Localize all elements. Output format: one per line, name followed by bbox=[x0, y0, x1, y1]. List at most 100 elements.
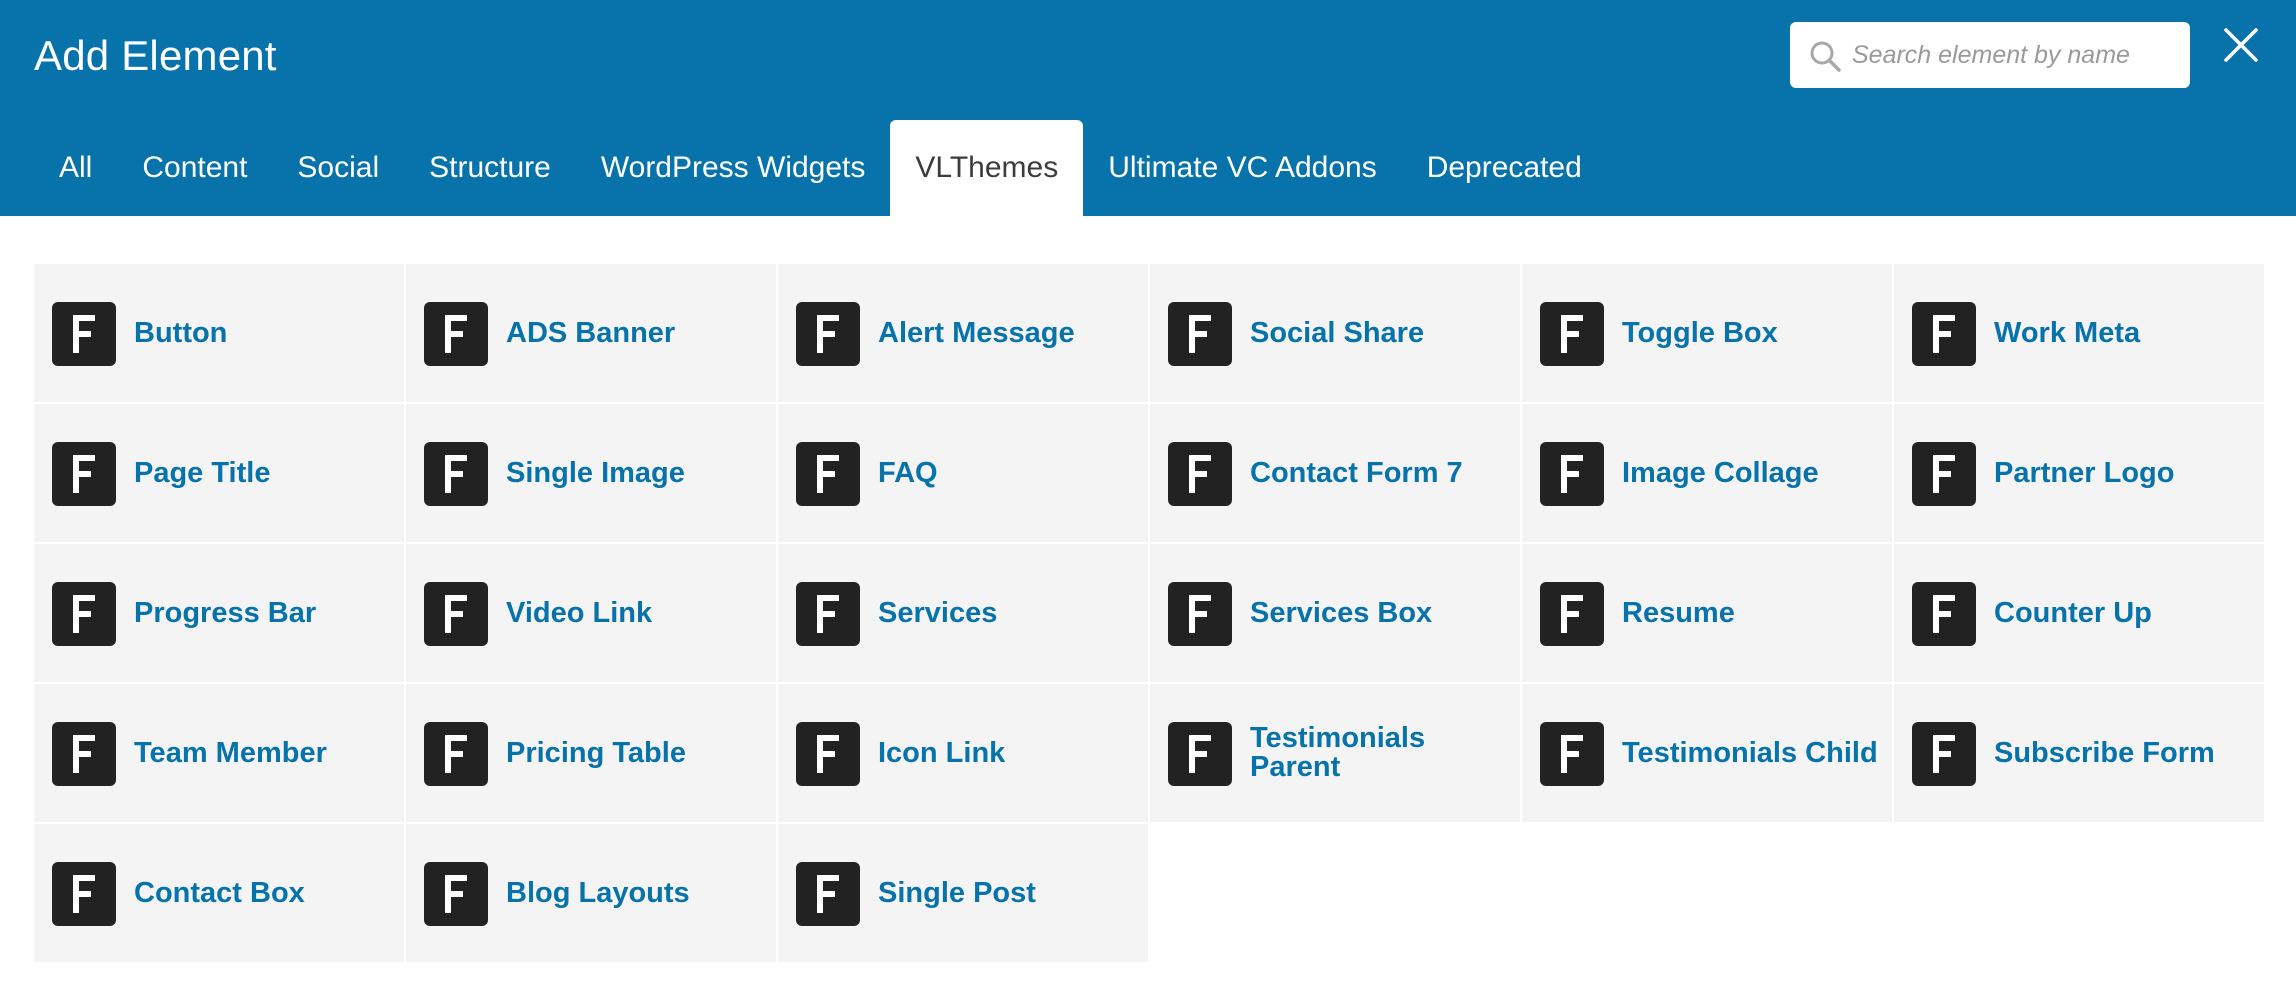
element-label: Button bbox=[134, 316, 228, 349]
element-item[interactable]: Work Meta bbox=[1894, 264, 2264, 402]
element-item[interactable]: Page Title bbox=[34, 404, 404, 542]
element-item[interactable]: Subscribe Form bbox=[1894, 684, 2264, 822]
f-glyph bbox=[1933, 735, 1955, 773]
element-item[interactable]: Team Member bbox=[34, 684, 404, 822]
f-glyph bbox=[1561, 595, 1583, 633]
element-item[interactable]: Pricing Table bbox=[406, 684, 776, 822]
f-icon bbox=[796, 582, 860, 646]
element-item[interactable]: Testimonials Child bbox=[1522, 684, 1892, 822]
f-icon bbox=[52, 442, 116, 506]
f-glyph bbox=[1189, 315, 1211, 353]
f-glyph bbox=[73, 455, 95, 493]
f-glyph bbox=[1189, 595, 1211, 633]
element-label: Video Link bbox=[506, 596, 653, 629]
element-item[interactable]: Progress Bar bbox=[34, 544, 404, 682]
f-icon bbox=[52, 862, 116, 926]
f-glyph bbox=[1561, 455, 1583, 493]
element-grid: Button ADS Banner Alert Message Social Shar… bbox=[34, 264, 2266, 962]
f-glyph bbox=[73, 875, 95, 913]
element-label: Services Box bbox=[1250, 596, 1433, 629]
f-icon bbox=[424, 722, 488, 786]
element-item[interactable]: FAQ bbox=[778, 404, 1148, 542]
tab-all[interactable]: All bbox=[34, 120, 117, 216]
f-glyph bbox=[817, 455, 839, 493]
element-item[interactable]: Resume bbox=[1522, 544, 1892, 682]
f-icon bbox=[1540, 442, 1604, 506]
element-label: Image Collage bbox=[1622, 456, 1819, 489]
f-icon bbox=[52, 722, 116, 786]
element-label: Services bbox=[878, 596, 998, 629]
element-item[interactable]: Blog Layouts bbox=[406, 824, 776, 962]
f-icon bbox=[1168, 302, 1232, 366]
f-glyph bbox=[445, 315, 467, 353]
f-icon bbox=[52, 302, 116, 366]
element-item[interactable]: Services Box bbox=[1150, 544, 1520, 682]
search-box[interactable] bbox=[1790, 22, 2190, 88]
dialog-title: Add Element bbox=[34, 32, 277, 79]
element-label: Blog Layouts bbox=[506, 876, 690, 909]
f-glyph bbox=[1189, 735, 1211, 773]
element-label: Counter Up bbox=[1994, 596, 2152, 629]
element-item[interactable]: Contact Form 7 bbox=[1150, 404, 1520, 542]
f-glyph bbox=[817, 315, 839, 353]
element-item[interactable]: Image Collage bbox=[1522, 404, 1892, 542]
element-item[interactable]: Social Share bbox=[1150, 264, 1520, 402]
element-item[interactable]: Services bbox=[778, 544, 1148, 682]
element-item[interactable]: Alert Message bbox=[778, 264, 1148, 402]
tab-vlthemes[interactable]: VLThemes bbox=[890, 120, 1084, 216]
f-icon bbox=[424, 442, 488, 506]
f-icon bbox=[1168, 722, 1232, 786]
element-label: Team Member bbox=[134, 736, 327, 769]
search-input[interactable] bbox=[1852, 22, 2178, 88]
tab-deprecated[interactable]: Deprecated bbox=[1402, 120, 1607, 216]
close-icon[interactable] bbox=[2216, 20, 2266, 70]
element-label: Page Title bbox=[134, 456, 271, 489]
f-glyph bbox=[817, 875, 839, 913]
f-icon bbox=[52, 582, 116, 646]
f-glyph bbox=[1933, 595, 1955, 633]
element-label: Contact Box bbox=[134, 876, 305, 909]
element-label: Progress Bar bbox=[134, 596, 317, 629]
element-item[interactable]: Icon Link bbox=[778, 684, 1148, 822]
f-glyph bbox=[445, 595, 467, 633]
element-item[interactable]: ADS Banner bbox=[406, 264, 776, 402]
element-item[interactable]: Partner Logo bbox=[1894, 404, 2264, 542]
f-glyph bbox=[73, 315, 95, 353]
f-icon bbox=[1540, 582, 1604, 646]
f-glyph bbox=[1189, 455, 1211, 493]
f-icon bbox=[1912, 442, 1976, 506]
element-item[interactable]: Contact Box bbox=[34, 824, 404, 962]
f-glyph bbox=[1933, 455, 1955, 493]
f-icon bbox=[1912, 722, 1976, 786]
element-label: Pricing Table bbox=[506, 736, 686, 769]
element-label: Alert Message bbox=[878, 316, 1075, 349]
tab-social[interactable]: Social bbox=[272, 120, 404, 216]
element-item[interactable]: Counter Up bbox=[1894, 544, 2264, 682]
element-item[interactable]: Testimonials Parent bbox=[1150, 684, 1520, 822]
element-label: Work Meta bbox=[1994, 316, 2141, 349]
element-label: Icon Link bbox=[878, 736, 1006, 769]
f-icon bbox=[1912, 582, 1976, 646]
f-glyph bbox=[817, 595, 839, 633]
element-label: Social Share bbox=[1250, 316, 1425, 349]
tab-ultimate-vc-addons[interactable]: Ultimate VC Addons bbox=[1083, 120, 1401, 216]
f-icon bbox=[424, 582, 488, 646]
tab-content[interactable]: Content bbox=[117, 120, 272, 216]
element-item[interactable]: Single Post bbox=[778, 824, 1148, 962]
element-item[interactable]: Toggle Box bbox=[1522, 264, 1892, 402]
f-icon bbox=[424, 862, 488, 926]
f-icon bbox=[796, 302, 860, 366]
element-label: Partner Logo bbox=[1994, 456, 2175, 489]
f-glyph bbox=[1561, 735, 1583, 773]
element-item[interactable]: Single Image bbox=[406, 404, 776, 542]
f-glyph bbox=[445, 455, 467, 493]
tab-wordpress-widgets[interactable]: WordPress Widgets bbox=[576, 120, 891, 216]
tab-structure[interactable]: Structure bbox=[404, 120, 576, 216]
f-icon bbox=[424, 302, 488, 366]
element-item[interactable]: Button bbox=[34, 264, 404, 402]
element-label: Single Post bbox=[878, 876, 1036, 909]
element-label: ADS Banner bbox=[506, 316, 676, 349]
search-icon bbox=[1810, 41, 1841, 72]
element-item[interactable]: Video Link bbox=[406, 544, 776, 682]
f-glyph bbox=[73, 595, 95, 633]
